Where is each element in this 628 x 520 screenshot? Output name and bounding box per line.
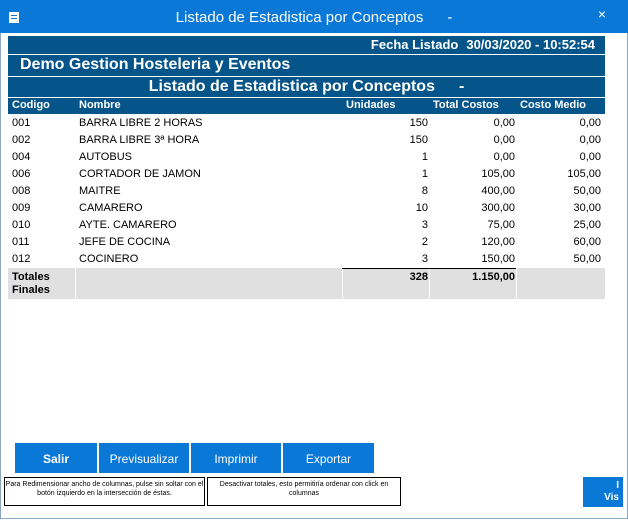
cell-nombre: BARRA LIBRE 3ª HORA	[79, 134, 200, 146]
cell-codigo: 010	[12, 219, 31, 231]
cell-total: 0,00	[493, 117, 515, 129]
resize-hint: Para Redimensionar ancho de columnas, pu…	[4, 477, 205, 506]
table-row[interactable]: 002 BARRA LIBRE 3ª HORA 150 0,00 0,00	[8, 132, 605, 149]
cell-codigo: 011	[12, 236, 30, 248]
table-body: 001 BARRA LIBRE 2 HORAS 150 0,00 0,00 002 BAR…	[8, 115, 605, 268]
previsualizar-button[interactable]: Previsualizar	[99, 443, 189, 473]
totals-label: Totales Finales	[12, 271, 50, 296]
cell-unidades: 3	[421, 219, 428, 231]
table-row[interactable]: 001 BARRA LIBRE 2 HORAS 150 0,00 0,00	[8, 115, 605, 132]
column-divider	[75, 268, 76, 299]
totals-underline	[429, 268, 516, 269]
window-title: Listado de Estadistica por Conceptos -	[175, 9, 453, 26]
table-row[interactable]: 012 COCINERO 3 150,00 50,00	[8, 251, 605, 268]
column-divider	[429, 268, 430, 299]
cell-unidades: 1	[421, 168, 428, 180]
cell-medio: 30,00	[573, 202, 601, 214]
cell-total: 400,00	[481, 185, 515, 197]
totals-total: 1.150,00	[472, 271, 515, 283]
table-row[interactable]: 010 AYTE. CAMARERO 3 75,00 25,00	[8, 217, 605, 234]
cell-unidades: 150	[409, 117, 428, 129]
column-header-row: Codigo Nombre Unidades Total Costos Cost…	[8, 98, 605, 114]
cell-codigo: 009	[12, 202, 31, 214]
cell-medio: 25,00	[573, 219, 601, 231]
cell-nombre: AYTE. CAMARERO	[79, 219, 177, 231]
cell-unidades: 3	[421, 253, 428, 265]
cell-codigo: 012	[12, 253, 31, 265]
table-row[interactable]: 008 MAITRE 8 400,00 50,00	[8, 183, 605, 200]
table-row[interactable]: 011 JEFE DE COCINA 2 120,00 60,00	[8, 234, 605, 251]
exportar-button[interactable]: Exportar	[283, 443, 374, 473]
company-bar: Demo Gestion Hosteleria y Eventos	[8, 55, 605, 77]
cell-unidades: 8	[421, 185, 428, 197]
column-divider	[516, 268, 517, 299]
totals-row: Totales Finales 328 1.150,00	[8, 268, 605, 299]
cell-codigo: 008	[12, 185, 31, 197]
cell-unidades: 150	[409, 134, 428, 146]
totals-unidades: 328	[409, 271, 428, 283]
cell-nombre: COCINERO	[79, 253, 139, 265]
title-bar: Listado de Estadistica por Conceptos - ×	[0, 0, 628, 33]
cell-unidades: 10	[415, 202, 428, 214]
cell-codigo: 002	[12, 134, 31, 146]
column-divider	[342, 268, 343, 299]
cell-medio: 105,00	[567, 168, 601, 180]
report-title: Listado de Estadistica por Conceptos -	[148, 78, 465, 95]
company-name: Demo Gestion Hosteleria y Eventos	[20, 56, 291, 73]
table-row[interactable]: 006 CORTADOR DE JAMON 1 105,00 105,00	[8, 166, 605, 183]
cell-codigo: 006	[12, 168, 31, 180]
cell-nombre: MAITRE	[79, 185, 121, 197]
report-area: Fecha Listado 30/03/2020 - 10:52:54 Demo …	[8, 36, 605, 440]
cell-nombre: AUTOBUS	[79, 151, 132, 163]
cell-medio: 50,00	[573, 253, 601, 265]
cell-nombre: JEFE DE COCINA	[79, 236, 171, 248]
column-header-codigo[interactable]: Codigo	[12, 99, 50, 111]
cell-codigo: 004	[12, 151, 31, 163]
cell-medio: 0,00	[579, 151, 601, 163]
table-row[interactable]: 009 CAMARERO 10 300,00 30,00	[8, 200, 605, 217]
cell-total: 150,00	[481, 253, 515, 265]
imprimir-button[interactable]: Imprimir	[191, 443, 281, 473]
visualizar-button[interactable]: I Vis	[583, 477, 623, 507]
cell-medio: 0,00	[579, 134, 601, 146]
cell-medio: 0,00	[579, 117, 601, 129]
salir-button[interactable]: Salir	[15, 443, 97, 473]
cell-nombre: BARRA LIBRE 2 HORAS	[79, 117, 203, 129]
close-icon[interactable]: ×	[598, 6, 606, 22]
cell-unidades: 1	[421, 151, 428, 163]
cell-codigo: 001	[12, 117, 31, 129]
report-date-bar: Fecha Listado 30/03/2020 - 10:52:54	[8, 36, 605, 55]
table-row[interactable]: 004 AUTOBUS 1 0,00 0,00	[8, 149, 605, 166]
cell-medio: 50,00	[573, 185, 601, 197]
cell-total: 0,00	[493, 134, 515, 146]
report-date: Fecha Listado 30/03/2020 - 10:52:54	[370, 37, 595, 52]
cell-total: 105,00	[481, 168, 515, 180]
cell-unidades: 2	[421, 236, 428, 248]
totals-underline	[342, 268, 429, 269]
column-header-unidades[interactable]: Unidades	[346, 99, 396, 111]
cell-nombre: CORTADOR DE JAMON	[79, 168, 201, 180]
column-header-nombre[interactable]: Nombre	[79, 99, 121, 111]
cell-nombre: CAMARERO	[79, 202, 143, 214]
cell-total: 300,00	[481, 202, 515, 214]
cell-total: 75,00	[487, 219, 515, 231]
column-header-costo-medio[interactable]: Costo Medio	[520, 99, 586, 111]
cell-total: 0,00	[493, 151, 515, 163]
totals-hint: Desactivar totales, esto permitiría orde…	[207, 477, 401, 506]
column-header-total-costos[interactable]: Total Costos	[433, 99, 499, 111]
cell-total: 120,00	[481, 236, 515, 248]
cell-medio: 60,00	[573, 236, 601, 248]
report-title-bar: Listado de Estadistica por Conceptos -	[8, 77, 605, 98]
